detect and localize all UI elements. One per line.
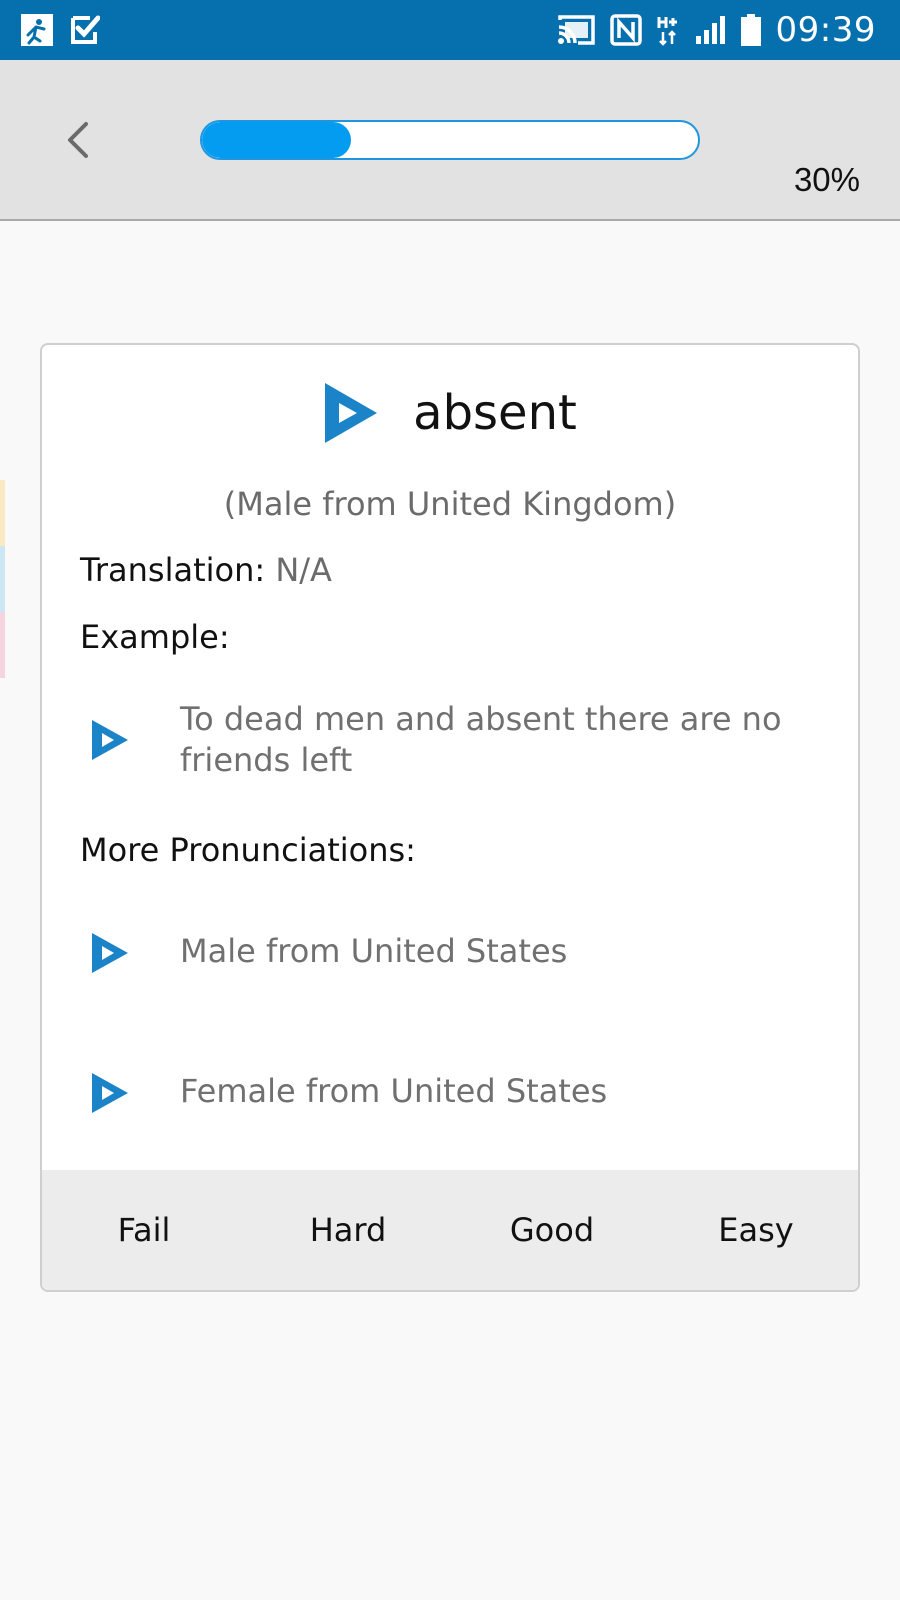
play-icon [92,933,128,973]
clock: 09:39 [775,10,876,50]
runner-app-icon [20,13,54,47]
edge-strip-blue [0,546,5,612]
checkmark-app-icon [70,14,100,46]
pronunciation-label: Female from United States [180,1072,608,1110]
word-header: absent [42,373,858,453]
back-button[interactable] [54,110,104,170]
status-bar-system: 09:39 [556,0,876,60]
hplus-data-icon [656,14,680,46]
play-example-button[interactable] [90,718,130,762]
example-label: Example: [80,618,230,656]
play-word-button[interactable] [323,381,379,445]
rating-bar: Fail Hard Good Easy [42,1170,858,1290]
play-icon [92,720,128,760]
pronunciation-label: Male from United States [180,932,568,970]
battery-icon [740,13,762,47]
nfc-icon [609,14,642,46]
flashcard: absent (Male from United Kingdom) Transl… [40,343,860,1292]
status-bar-notifications [20,13,100,47]
edge-strip-pink [0,612,5,678]
hard-button[interactable]: Hard [246,1170,450,1290]
play-pronunciation-button[interactable] [90,1071,130,1115]
easy-button[interactable]: Easy [654,1170,858,1290]
example-sentence: To dead men and absent there are no frie… [180,700,782,779]
translation-label: Translation: [80,551,266,589]
fail-button[interactable]: Fail [42,1170,246,1290]
play-icon [325,383,378,443]
edge-strip-yellow [0,480,5,546]
top-toolbar: 30% [0,60,900,221]
status-bar: 09:39 [0,0,900,60]
cast-icon [556,14,596,46]
play-icon [92,1073,128,1113]
progress-percent-label: 30% [793,161,860,198]
speaker-label: (Male from United Kingdom) [223,485,677,523]
good-button[interactable]: Good [450,1170,654,1290]
play-pronunciation-button[interactable] [90,931,130,975]
word-title: absent [413,385,577,441]
progress-fill [202,122,351,158]
signal-icon [694,14,726,46]
translation-row: Translation: N/A [80,551,332,589]
translation-value: N/A [275,551,332,589]
progress-bar [200,120,700,160]
more-pronunciations-label: More Pronunciations: [80,831,416,869]
chevron-left-icon [68,122,88,158]
